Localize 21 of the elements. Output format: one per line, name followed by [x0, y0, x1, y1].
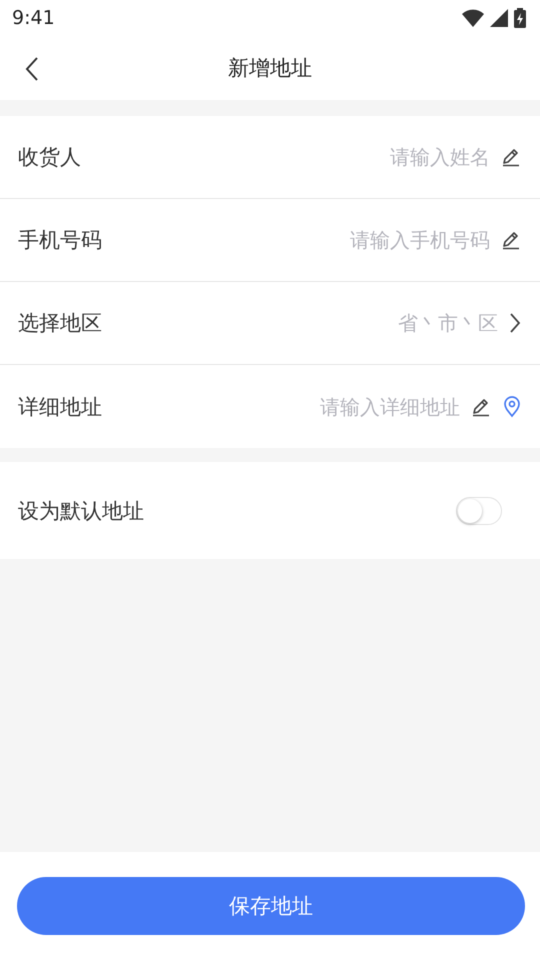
location-pin-icon[interactable] — [502, 396, 522, 418]
edit-icon[interactable] — [500, 229, 522, 251]
status-time: 9:41 — [12, 7, 55, 29]
region-picker[interactable]: 省丶市丶区 — [112, 311, 498, 335]
save-button[interactable]: 保存地址 — [17, 877, 525, 935]
page-title: 新增地址 — [228, 55, 312, 82]
battery-icon — [514, 8, 526, 28]
back-icon[interactable] — [24, 56, 40, 82]
field-label: 详细地址 — [18, 394, 102, 420]
toggle-label: 设为默认地址 — [18, 498, 144, 524]
text-input[interactable]: 请输入详细地址 — [112, 394, 460, 418]
edit-icon[interactable] — [500, 146, 522, 168]
wifi-icon — [462, 9, 484, 27]
default-toggle[interactable] — [456, 496, 502, 524]
field-label: 选择地区 — [18, 310, 102, 337]
field-label: 手机号码 — [18, 227, 102, 254]
text-input[interactable]: 请输入手机号码 — [112, 228, 490, 252]
signal-icon — [490, 9, 508, 27]
field-label: 收货人 — [18, 144, 81, 171]
text-input[interactable]: 请输入姓名 — [91, 145, 490, 169]
chevron-right-icon[interactable] — [508, 312, 522, 334]
